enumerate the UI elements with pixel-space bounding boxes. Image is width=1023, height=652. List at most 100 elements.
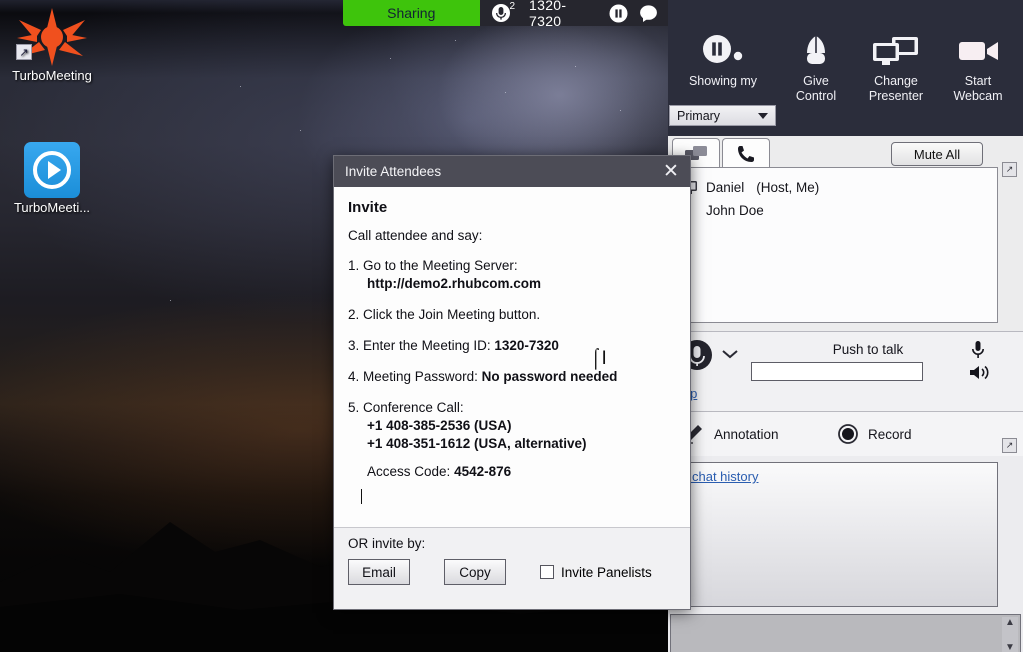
invite-step: 1. Go to the Meeting Server: http://demo… bbox=[348, 257, 676, 293]
microphone-icon[interactable] bbox=[971, 340, 985, 365]
push-to-talk-label: Push to talk bbox=[788, 342, 948, 357]
turbomeeting-starburst-icon: ↗ bbox=[0, 6, 104, 68]
tool-label: Change bbox=[874, 74, 918, 88]
record-circle-icon bbox=[838, 424, 858, 444]
tool-label: Give bbox=[803, 74, 829, 88]
chat-history-area[interactable]: w chat history bbox=[672, 462, 998, 607]
step-text: Meeting Password: bbox=[363, 369, 482, 384]
start-webcam-button[interactable]: Start Webcam bbox=[935, 28, 1021, 104]
expand-arrow-icon[interactable]: ↗ bbox=[1002, 438, 1017, 453]
audio-section: Push to talk etup bbox=[668, 331, 1023, 411]
annotation-button[interactable]: Annotation bbox=[682, 424, 779, 444]
chevron-down-icon bbox=[758, 113, 768, 119]
invite-attendees-dialog: Invite Attendees ✕ Invite Call attendee … bbox=[333, 155, 691, 610]
speaker-icon[interactable] bbox=[969, 364, 989, 386]
list-item[interactable]: Daniel (Host, Me) bbox=[673, 176, 997, 199]
step-text: Conference Call: bbox=[363, 400, 464, 415]
dialog-body: Invite Call attendee and say: 1. Go to t… bbox=[334, 187, 690, 504]
phone-tab-icon[interactable] bbox=[722, 138, 770, 168]
attendee-list[interactable]: Daniel (Host, Me) John Doe bbox=[672, 167, 998, 323]
sharing-button[interactable]: Sharing bbox=[343, 0, 480, 26]
meeting-id-value: 1320-7320 bbox=[494, 338, 559, 353]
step-number: 2. bbox=[348, 307, 359, 322]
invite-step: 2. Click the Join Meeting button. bbox=[348, 306, 676, 324]
attendee-name: John Doe bbox=[706, 203, 764, 218]
dialog-titlebar: Invite Attendees ✕ bbox=[334, 156, 690, 187]
access-code-value: 4542-876 bbox=[454, 464, 511, 479]
conference-phone-primary: +1 408-385-2536 (USA) bbox=[367, 417, 676, 435]
close-icon[interactable]: ✕ bbox=[658, 159, 684, 185]
step-number: 4. bbox=[348, 369, 359, 384]
access-code-row: Access Code: 4542-876 bbox=[367, 463, 676, 481]
invite-heading: Invite bbox=[348, 199, 676, 216]
desktop-icon-label: TurboMeeting bbox=[0, 68, 104, 83]
copy-button[interactable]: Copy bbox=[444, 559, 506, 585]
step-number: 5. bbox=[348, 400, 359, 415]
text-caret bbox=[361, 489, 362, 504]
annotation-label: Annotation bbox=[714, 427, 779, 442]
shortcut-arrow-icon: ↗ bbox=[16, 44, 32, 60]
scroll-down-arrow-icon[interactable]: ▼ bbox=[1005, 642, 1015, 652]
desktop-icon-label: TurboMeeti... bbox=[0, 200, 104, 215]
checkbox-box[interactable] bbox=[540, 565, 554, 579]
microphone-count-badge: 2 bbox=[509, 1, 515, 12]
tool-label: Webcam bbox=[953, 89, 1002, 103]
invite-intro: Call attendee and say: bbox=[348, 228, 676, 243]
change-presenter-button[interactable]: Change Presenter bbox=[853, 28, 939, 104]
monitors-icon bbox=[853, 28, 939, 74]
invite-step: 4. Meeting Password: No password needed bbox=[348, 368, 676, 386]
attendee-role: (Host, Me) bbox=[756, 180, 819, 195]
annotation-record-section: Annotation Record ↗ bbox=[668, 411, 1023, 456]
pause-circle-icon bbox=[680, 28, 766, 74]
microphone-icon[interactable]: 2 bbox=[480, 0, 524, 26]
step-text: Click the Join Meeting button. bbox=[363, 307, 540, 322]
attendee-name: Daniel bbox=[706, 180, 744, 195]
tool-label: Control bbox=[796, 89, 836, 103]
chat-scrollbar[interactable]: ▲ ▼ bbox=[1002, 617, 1018, 652]
invite-panelists-label: Invite Panelists bbox=[561, 565, 652, 580]
or-invite-label: OR invite by: bbox=[348, 536, 676, 551]
mute-all-button[interactable]: Mute All bbox=[891, 142, 983, 166]
tool-label: Showing my bbox=[689, 74, 757, 88]
meeting-password-value: No password needed bbox=[482, 369, 618, 384]
meeting-id-text: 1320-7320 bbox=[523, 0, 604, 29]
audio-level-bar[interactable] bbox=[751, 362, 923, 381]
chat-bubble-icon[interactable] bbox=[634, 0, 664, 26]
screen-select-value: Primary bbox=[677, 109, 720, 123]
step-text: Go to the Meeting Server: bbox=[363, 258, 518, 273]
give-control-button[interactable]: Give Control bbox=[773, 28, 859, 104]
turbomeeting-player-icon bbox=[0, 138, 104, 200]
chat-input[interactable]: ▲ ▼ bbox=[670, 614, 1021, 652]
step-text: Enter the Meeting ID: bbox=[363, 338, 494, 353]
expand-arrow-icon[interactable]: ↗ bbox=[1002, 162, 1017, 177]
video-camera-icon bbox=[935, 28, 1021, 74]
meeting-control-panel: Showing my Give Control bbox=[668, 0, 1023, 652]
attendee-section: Mute All ↗ Daniel (Host, Me) John Doe bbox=[668, 136, 1023, 331]
step-number: 3. bbox=[348, 338, 359, 353]
conference-phone-alternative: +1 408-351-1612 (USA, alternative) bbox=[367, 435, 676, 453]
invite-panelists-checkbox[interactable]: Invite Panelists bbox=[540, 565, 652, 580]
mouse-text-cursor: ⌠I bbox=[590, 348, 607, 370]
desktop-icon-turbomeeting-player[interactable]: TurboMeeti... bbox=[0, 138, 104, 215]
dialog-title: Invite Attendees bbox=[345, 164, 441, 179]
tool-label: Start bbox=[965, 74, 991, 88]
mouse-icon bbox=[773, 28, 859, 74]
meeting-server-url: http://demo2.rhubcom.com bbox=[367, 275, 676, 293]
showing-my-button[interactable]: Showing my bbox=[680, 28, 766, 89]
invite-step: 3. Enter the Meeting ID: 1320-7320 bbox=[348, 337, 676, 355]
step-number: 1. bbox=[348, 258, 359, 273]
sharing-toolbar: Sharing 2 1320-7320 bbox=[343, 0, 693, 26]
list-item[interactable]: John Doe bbox=[673, 199, 997, 222]
scroll-up-arrow-icon[interactable]: ▲ bbox=[1005, 617, 1015, 628]
tool-label: Presenter bbox=[869, 89, 923, 103]
dialog-footer: OR invite by: Email Copy Invite Panelist… bbox=[334, 527, 690, 609]
screen-select-dropdown[interactable]: Primary bbox=[669, 105, 776, 126]
chevron-down-icon[interactable] bbox=[722, 346, 738, 364]
access-code-label: Access Code: bbox=[367, 464, 450, 479]
record-button[interactable]: Record bbox=[838, 424, 912, 444]
chat-section: w chat history ▲ ▼ bbox=[668, 456, 1023, 652]
email-button[interactable]: Email bbox=[348, 559, 410, 585]
pause-icon[interactable] bbox=[604, 0, 634, 26]
desktop-icon-turbomeeting[interactable]: ↗ TurboMeeting bbox=[0, 6, 104, 83]
invite-step: 5. Conference Call: +1 408-385-2536 (USA… bbox=[348, 399, 676, 453]
